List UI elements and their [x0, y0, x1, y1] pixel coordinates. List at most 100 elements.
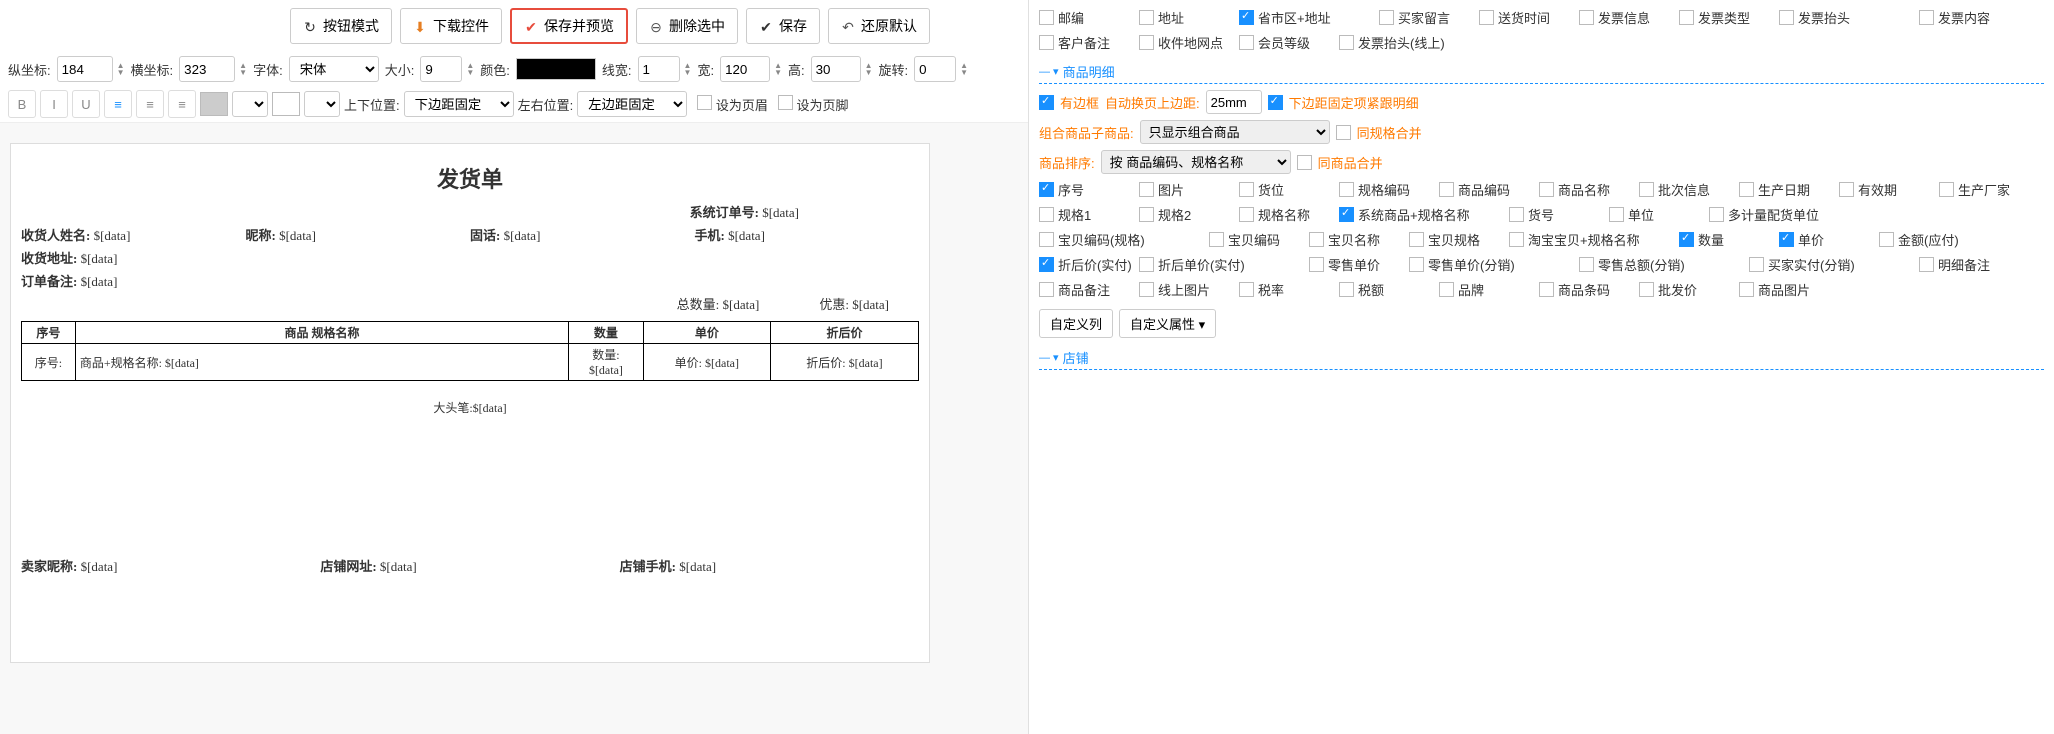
bg-color-block[interactable] — [200, 92, 228, 116]
chk-商品图片[interactable]: 商品图片 — [1739, 280, 1839, 299]
recv-addr-field[interactable]: 收货地址: $[data] — [21, 248, 117, 267]
chk-明细备注[interactable]: 明细备注 — [1919, 255, 2019, 274]
auto-margin-input[interactable] — [1206, 90, 1262, 114]
order-remark-field[interactable]: 订单备注: $[data] — [21, 271, 117, 290]
chk-税额[interactable]: 税额 — [1339, 280, 1439, 299]
width-input[interactable] — [720, 56, 770, 82]
chk-发票信息[interactable]: 发票信息 — [1579, 8, 1679, 27]
save-button[interactable]: 保存 — [746, 8, 820, 44]
chk-商品编码[interactable]: 商品编码 — [1439, 180, 1539, 199]
chk-买家留言[interactable]: 买家留言 — [1379, 8, 1479, 27]
doc-title[interactable]: 发货单 — [21, 162, 919, 194]
bold-button[interactable]: B — [8, 90, 36, 118]
chk-收件地网点[interactable]: 收件地网点 — [1139, 33, 1239, 52]
chk-送货时间[interactable]: 送货时间 — [1479, 8, 1579, 27]
bg-dropdown[interactable] — [232, 91, 268, 117]
align-left-button[interactable]: ≡ — [104, 90, 132, 118]
bottom-fixed-chk[interactable] — [1268, 95, 1283, 110]
chk-商品备注[interactable]: 商品备注 — [1039, 280, 1139, 299]
height-input[interactable] — [811, 56, 861, 82]
chk-规格2[interactable]: 规格2 — [1139, 205, 1239, 224]
chk-货位[interactable]: 货位 — [1239, 180, 1339, 199]
height-spinner[interactable]: ▲▼ — [865, 62, 873, 76]
seller-nick-field[interactable]: 卖家昵称: $[data] — [21, 556, 320, 575]
revert-default-button[interactable]: 还原默认 — [828, 8, 930, 44]
chk-省市区+地址[interactable]: 省市区+地址 — [1239, 8, 1379, 27]
chk-宝贝编码(规格)[interactable]: 宝贝编码(规格) — [1039, 230, 1209, 249]
chk-税率[interactable]: 税率 — [1239, 280, 1339, 299]
chk-邮编[interactable]: 邮编 — [1039, 8, 1139, 27]
chk-货号[interactable]: 货号 — [1509, 205, 1609, 224]
same-prod-merge-chk[interactable] — [1297, 155, 1312, 170]
chk-批发价[interactable]: 批发价 — [1639, 280, 1739, 299]
discount-field[interactable]: 优惠: $[data] — [819, 294, 889, 313]
chk-零售单价(分销)[interactable]: 零售单价(分销) — [1409, 255, 1579, 274]
linew-spinner[interactable]: ▲▼ — [684, 62, 692, 76]
chk-淘宝宝贝+规格名称[interactable]: 淘宝宝贝+规格名称 — [1509, 230, 1679, 249]
vpos-select[interactable]: 下边距固定 — [404, 91, 514, 117]
underline-button[interactable]: U — [72, 90, 100, 118]
chk-零售总额(分销)[interactable]: 零售总额(分销) — [1579, 255, 1749, 274]
chk-零售单价[interactable]: 零售单价 — [1309, 255, 1409, 274]
save-preview-button[interactable]: 保存并预览 — [510, 8, 628, 44]
shop-mobile-field[interactable]: 店铺手机: $[data] — [620, 556, 919, 575]
chk-线上图片[interactable]: 线上图片 — [1139, 280, 1239, 299]
chk-数量[interactable]: 数量 — [1679, 230, 1779, 249]
shop-url-field[interactable]: 店铺网址: $[data] — [320, 556, 619, 575]
chk-批次信息[interactable]: 批次信息 — [1639, 180, 1739, 199]
rotate-spinner[interactable]: ▲▼ — [960, 62, 968, 76]
doc-table[interactable]: 序号 商品 规格名称 数量 单价 折后价 序号: 商品+规格名称: $[data… — [21, 321, 919, 381]
chk-商品名称[interactable]: 商品名称 — [1539, 180, 1639, 199]
chk-发票抬头[interactable]: 发票抬头 — [1779, 8, 1919, 27]
chk-发票内容[interactable]: 发票内容 — [1919, 8, 2019, 27]
y-input[interactable] — [57, 56, 113, 82]
align-center-button[interactable]: ≡ — [136, 90, 164, 118]
chk-有效期[interactable]: 有效期 — [1839, 180, 1939, 199]
chk-金额(应付)[interactable]: 金额(应付) — [1879, 230, 1979, 249]
button-mode[interactable]: 按钮模式 — [290, 8, 392, 44]
x-spinner[interactable]: ▲▼ — [239, 62, 247, 76]
chk-折后价(实付)[interactable]: 折后价(实付) — [1039, 255, 1139, 274]
tel-field[interactable]: 固话: $[data] — [470, 225, 695, 244]
canvas-area[interactable]: 发货单 系统订单号: $[data] 收货人姓名: $[data] 昵称: $[… — [0, 123, 1028, 734]
chk-生产厂家[interactable]: 生产厂家 — [1939, 180, 2039, 199]
nick-field[interactable]: 昵称: $[data] — [246, 225, 471, 244]
size-input[interactable] — [420, 56, 462, 82]
chk-地址[interactable]: 地址 — [1139, 8, 1239, 27]
cap-field[interactable]: 大头笔:$[data] — [21, 399, 919, 416]
sys-order-field[interactable]: 系统订单号: $[data] — [690, 202, 799, 221]
y-spinner[interactable]: ▲▼ — [117, 62, 125, 76]
border-chk[interactable] — [1039, 95, 1054, 110]
sort-select[interactable]: 按 商品编码、规格名称 — [1101, 150, 1291, 174]
hpos-select[interactable]: 左边距固定 — [577, 91, 687, 117]
chk-品牌[interactable]: 品牌 — [1439, 280, 1539, 299]
chk-宝贝编码[interactable]: 宝贝编码 — [1209, 230, 1309, 249]
font-select[interactable]: 宋体 — [289, 56, 379, 82]
same-spec-merge-chk[interactable] — [1336, 125, 1351, 140]
rotate-input[interactable] — [914, 56, 956, 82]
chk-规格1[interactable]: 规格1 — [1039, 205, 1139, 224]
chk-序号[interactable]: 序号 — [1039, 180, 1139, 199]
chk-折后单价(实付)[interactable]: 折后单价(实付) — [1139, 255, 1309, 274]
total-qty-field[interactable]: 总数量: $[data] — [677, 294, 760, 313]
align-right-button[interactable]: ≡ — [168, 90, 196, 118]
chk-单位[interactable]: 单位 — [1609, 205, 1709, 224]
download-control-button[interactable]: 下载控件 — [400, 8, 502, 44]
recv-name-field[interactable]: 收货人姓名: $[data] — [21, 225, 246, 244]
set-header-chk[interactable]: 设为页眉 — [697, 95, 768, 114]
chk-买家实付(分销)[interactable]: 买家实付(分销) — [1749, 255, 1919, 274]
chk-规格编码[interactable]: 规格编码 — [1339, 180, 1439, 199]
delete-selected-button[interactable]: 删除选中 — [636, 8, 738, 44]
color-swatch[interactable] — [516, 58, 596, 80]
chk-单价[interactable]: 单价 — [1779, 230, 1879, 249]
set-footer-chk[interactable]: 设为页脚 — [778, 95, 849, 114]
chk-宝贝规格[interactable]: 宝贝规格 — [1409, 230, 1509, 249]
chk-客户备注[interactable]: 客户备注 — [1039, 33, 1139, 52]
size-spinner[interactable]: ▲▼ — [466, 62, 474, 76]
shop-section-header[interactable]: 店铺 — [1039, 348, 2044, 370]
chk-发票类型[interactable]: 发票类型 — [1679, 8, 1779, 27]
linew-input[interactable] — [638, 56, 680, 82]
custom-col-button[interactable]: 自定义列 — [1039, 309, 1113, 338]
chk-规格名称[interactable]: 规格名称 — [1239, 205, 1339, 224]
chk-图片[interactable]: 图片 — [1139, 180, 1239, 199]
